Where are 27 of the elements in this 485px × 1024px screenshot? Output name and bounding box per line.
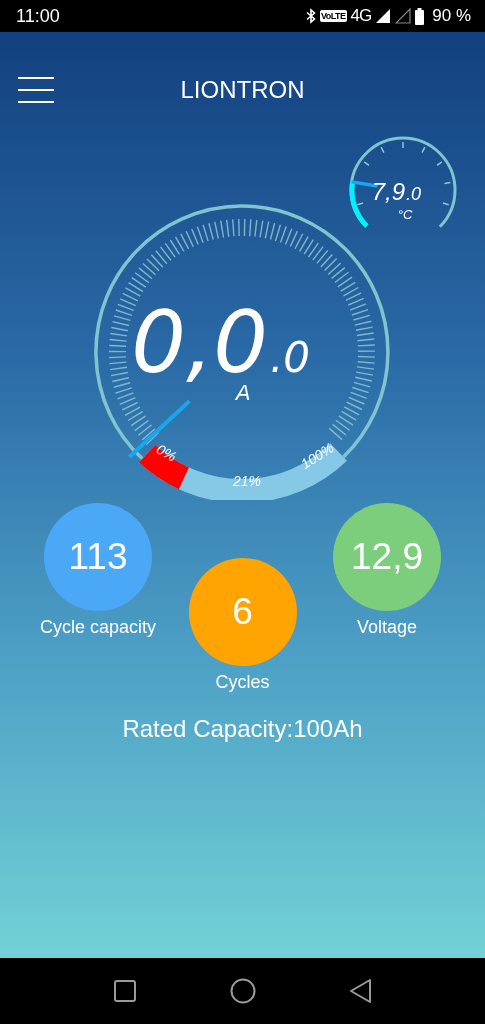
stat-label: Cycle capacity bbox=[39, 617, 156, 638]
bluetooth-icon bbox=[305, 8, 316, 24]
charge-start-label: 0% bbox=[153, 440, 180, 465]
signal-icon bbox=[375, 8, 392, 24]
rated-capacity: Rated Capacity:100Ah bbox=[121, 715, 364, 743]
signal-empty-icon bbox=[395, 8, 412, 24]
stat-value: 12,9 bbox=[351, 536, 423, 578]
battery-icon bbox=[415, 7, 425, 25]
temperature-unit: °C bbox=[397, 207, 413, 222]
menu-icon[interactable] bbox=[18, 77, 54, 103]
app-title: LIONTRON bbox=[180, 76, 305, 104]
stat-label: Cycles bbox=[215, 672, 270, 693]
back-icon[interactable] bbox=[349, 979, 372, 1003]
temperature-value: 7,9 bbox=[371, 178, 405, 205]
temperature-decimal: .0 bbox=[406, 184, 421, 204]
home-icon[interactable] bbox=[229, 978, 256, 1004]
battery-percent: 90 % bbox=[432, 6, 471, 26]
gauge-needle bbox=[128, 399, 191, 459]
volte-badge: VoLTE bbox=[319, 10, 347, 22]
current-decimal: .0 bbox=[270, 333, 311, 382]
status-time: 11:00 bbox=[16, 5, 60, 27]
stat-label: Voltage bbox=[356, 617, 418, 638]
recents-icon[interactable] bbox=[113, 980, 136, 1002]
stat-value: 113 bbox=[68, 536, 128, 578]
charge-reading: 21% bbox=[233, 473, 261, 489]
network-type: 4G bbox=[350, 6, 372, 26]
stat-value: 6 bbox=[232, 591, 253, 633]
